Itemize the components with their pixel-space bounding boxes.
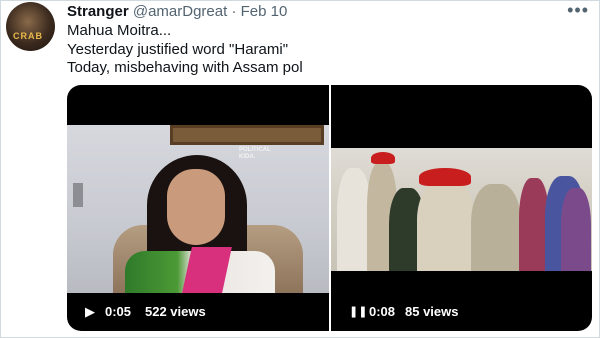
video-thumbnail-2 — [331, 148, 592, 271]
tweet-text: Mahua Moitra... Yesterday justified word… — [67, 22, 303, 78]
video-controls-1: ▶ 0:05 522 views — [67, 291, 329, 331]
video-thumbnail-1: POLITICAL KIDA. — [67, 125, 329, 293]
avatar-logo-text: CRAB — [13, 31, 43, 41]
tweet-text-line: Today, misbehaving with Assam pol — [67, 59, 303, 76]
video-time: 0:05 — [105, 304, 132, 319]
video-player-1[interactable]: POLITICAL KIDA. ▶ 0:05 522 views — [67, 85, 329, 331]
more-options-icon[interactable]: ••• — [567, 0, 589, 21]
watermark-line: POLITICAL — [239, 147, 271, 153]
video-time: 0:08 — [369, 304, 396, 319]
tweet-text-line: Yesterday justified word "Harami" — [67, 40, 289, 58]
tweet-date[interactable]: Feb 10 — [241, 3, 288, 20]
play-icon[interactable]: ▶ — [85, 304, 95, 320]
video-player-2[interactable]: ❚❚ 0:08 85 views — [331, 85, 592, 331]
user-handle[interactable]: @amarDgreat — [133, 3, 227, 20]
view-count: 522 views — [145, 304, 206, 319]
tweet-text-line: Mahua Moitra... — [67, 22, 172, 39]
pause-icon[interactable]: ❚❚ — [349, 305, 367, 318]
video-watermark: POLITICAL KIDA. — [239, 147, 271, 161]
view-count: 85 views — [405, 304, 459, 319]
video-controls-2: ❚❚ 0:08 85 views — [331, 291, 592, 331]
display-name[interactable]: Stranger — [67, 3, 129, 20]
avatar[interactable]: CRAB — [6, 2, 55, 51]
watermark-line: KIDA. — [239, 154, 256, 160]
tweet-header: Stranger @amarDgreat · Feb 10 — [67, 3, 287, 21]
separator-dot: · — [231, 3, 237, 20]
